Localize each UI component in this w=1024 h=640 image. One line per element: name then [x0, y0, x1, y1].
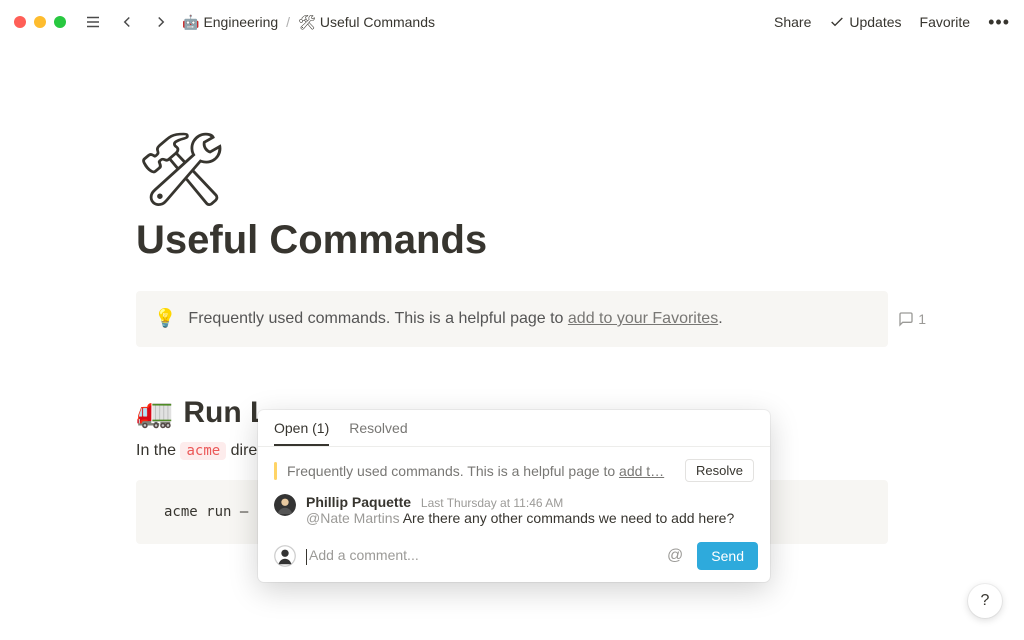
- lightbulb-icon: 💡: [154, 307, 176, 330]
- composer-placeholder: Add a comment...: [309, 547, 419, 563]
- section-heading-text: Run L: [183, 396, 268, 430]
- close-window-button[interactable]: [14, 16, 26, 28]
- breadcrumb-page-icon: 🛠: [298, 14, 316, 31]
- forward-button[interactable]: [148, 11, 174, 33]
- quote-bar: [274, 462, 277, 480]
- send-button[interactable]: Send: [697, 542, 758, 570]
- page-emoji[interactable]: 🛠: [136, 134, 888, 206]
- minimize-window-button[interactable]: [34, 16, 46, 28]
- avatar: [274, 494, 296, 516]
- tab-resolved[interactable]: Resolved: [349, 420, 407, 446]
- composer-input[interactable]: Add a comment...: [306, 547, 653, 564]
- menu-icon[interactable]: [80, 11, 106, 33]
- inline-code: acme: [180, 442, 226, 460]
- breadcrumb-parent-label: Engineering: [203, 14, 278, 30]
- breadcrumb-parent[interactable]: 🤖 Engineering: [182, 14, 278, 31]
- quoted-link: add t…: [619, 463, 664, 479]
- breadcrumb-page-label: Useful Commands: [320, 14, 435, 30]
- comment-text: Are there any other commands we need to …: [400, 510, 735, 526]
- text-cursor: [306, 549, 307, 565]
- popover-tabs: Open (1) Resolved: [258, 410, 770, 447]
- page-title[interactable]: Useful Commands: [136, 218, 888, 263]
- comment-body: Phillip Paquette Last Thursday at 11:46 …: [306, 494, 754, 526]
- tab-open[interactable]: Open (1): [274, 420, 329, 446]
- body-suffix: dire: [226, 442, 257, 459]
- avatar-self: [274, 545, 296, 567]
- breadcrumb-current[interactable]: 🛠 Useful Commands: [298, 14, 435, 31]
- help-button[interactable]: ?: [968, 584, 1002, 618]
- resolve-button[interactable]: Resolve: [685, 459, 754, 482]
- callout-prefix: Frequently used commands. This is a help…: [188, 310, 567, 327]
- mention[interactable]: @Nate Martins: [306, 510, 400, 526]
- topbar-actions: Share Updates Favorite •••: [774, 12, 1010, 33]
- quoted-block: Frequently used commands. This is a help…: [258, 447, 770, 486]
- maximize-window-button[interactable]: [54, 16, 66, 28]
- comment-count: 1: [918, 311, 926, 327]
- quoted-text: Frequently used commands. This is a help…: [287, 463, 675, 479]
- mention-icon[interactable]: @: [663, 547, 687, 565]
- comment-timestamp: Last Thursday at 11:46 AM: [421, 496, 563, 510]
- comment-icon: [898, 311, 914, 327]
- callout-suffix: .: [718, 310, 722, 327]
- updates-button[interactable]: Updates: [829, 14, 901, 30]
- comment-composer: Add a comment... @ Send: [258, 536, 770, 582]
- check-icon: [829, 14, 845, 30]
- body-prefix: In the: [136, 442, 180, 459]
- callout-text: Frequently used commands. This is a help…: [188, 307, 722, 331]
- more-menu-button[interactable]: •••: [988, 12, 1010, 33]
- window-controls: [14, 16, 66, 28]
- quoted-prefix: Frequently used commands. This is a help…: [287, 463, 619, 479]
- breadcrumb-separator: /: [286, 14, 290, 30]
- breadcrumb-parent-icon: 🤖: [182, 14, 199, 31]
- topbar: 🤖 Engineering / 🛠 Useful Commands Share …: [0, 0, 1024, 44]
- comment-popover: Open (1) Resolved Frequently used comman…: [258, 410, 770, 582]
- breadcrumb: 🤖 Engineering / 🛠 Useful Commands: [182, 14, 435, 31]
- share-button[interactable]: Share: [774, 14, 811, 30]
- back-button[interactable]: [114, 11, 140, 33]
- favorite-button[interactable]: Favorite: [920, 14, 971, 30]
- callout-block[interactable]: 💡 Frequently used commands. This is a he…: [136, 291, 888, 347]
- callout-link[interactable]: add to your Favorites: [568, 310, 718, 327]
- section-emoji: 🚛: [136, 395, 173, 430]
- updates-label: Updates: [849, 14, 901, 30]
- comment-author: Phillip Paquette: [306, 494, 411, 510]
- comment-row: Phillip Paquette Last Thursday at 11:46 …: [258, 486, 770, 536]
- comment-text-line: @Nate Martins Are there any other comman…: [306, 510, 754, 526]
- comment-count-indicator[interactable]: 1: [898, 311, 926, 327]
